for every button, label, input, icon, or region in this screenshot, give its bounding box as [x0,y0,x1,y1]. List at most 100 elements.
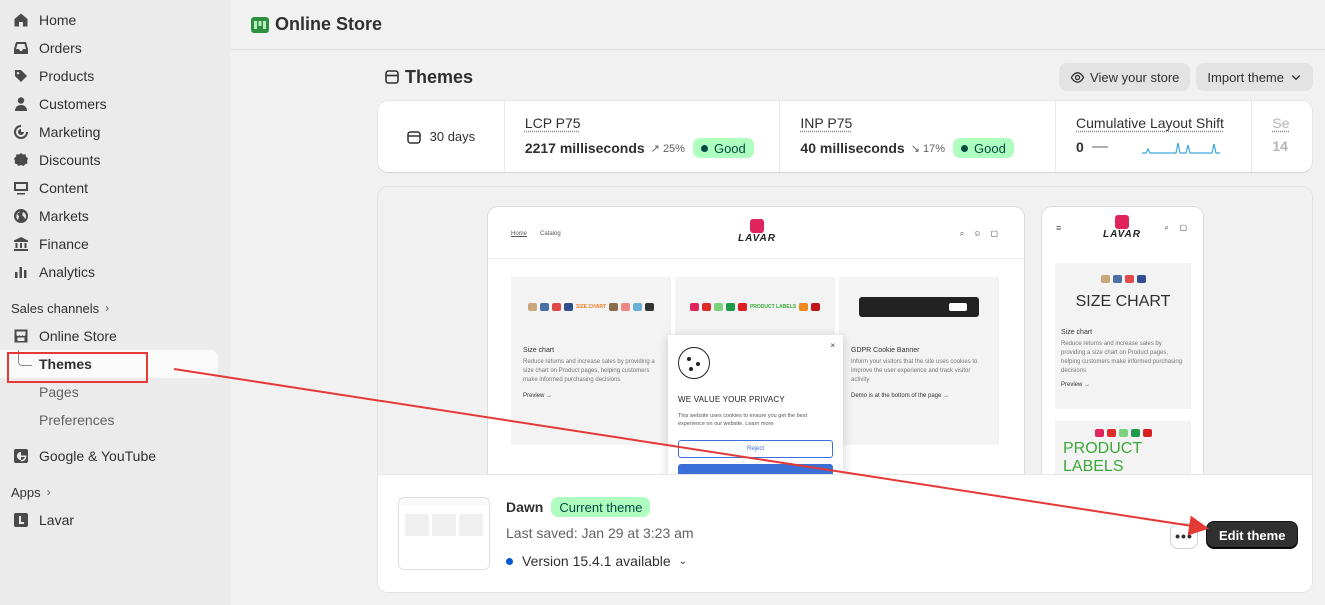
sidebar-item-lavar[interactable]: Lavar [0,506,230,534]
current-theme-badge: Current theme [551,497,651,517]
sidebar-item-label: Home [39,12,77,28]
bar-chart-icon [12,263,30,281]
sidebar-item-label: Discounts [39,152,101,168]
content-icon [12,179,30,197]
search-icon: ⌕ [959,229,965,238]
metric-lcp: LCP P75 2217 milliseconds ↗ 25% Good [505,101,781,172]
privacy-title: WE VALUE YOUR PRIVACY [678,395,785,404]
delta-value: 25% [662,142,685,155]
preview-nav: Home Catalog LAVAR ⌕ ☺ ▢ [488,207,1024,259]
tile-link: Preview → [1061,382,1091,388]
sidebar-item-google-youtube[interactable]: Google & YouTube [0,442,230,470]
privacy-popup: × WE VALUE YOUR PRIVACY This website use… [668,335,843,474]
size-chart-art: SIZE CHART [511,277,671,337]
mobile-preview: ≡ LAVAR ⌕ ▢ SIZE CHART Size chart Reduce… [1042,207,1203,474]
online-store-logo-icon [251,16,269,33]
tile-title: Size chart [1061,329,1093,336]
metric-delta: ↘ 17% [911,142,945,155]
brand-mark-icon [750,219,764,233]
sidebar-item-products[interactable]: Products [0,62,230,90]
sidebar-item-content[interactable]: Content [0,174,230,202]
metric-label[interactable]: INP P75 [800,115,1055,131]
sidebar-item-orders[interactable]: Orders [0,34,230,62]
chevron-right-icon: › [105,301,110,315]
product-labels-art-label: PRODUCT LABELS [749,304,797,310]
more-actions-button[interactable]: ••• [1170,523,1198,549]
web-performance-card: 30 days LCP P75 2217 milliseconds ↗ 25% … [378,101,1312,172]
sparkline [1141,142,1220,154]
sidebar-subitem-label: Preferences [39,412,115,428]
sidebar-item-markets[interactable]: Markets [0,202,230,230]
sidebar-item-online-store[interactable]: Online Store [0,322,230,350]
metric-value: 40 milliseconds [800,140,905,156]
sidebar-item-label: Markets [39,208,89,224]
metric-label[interactable]: Se [1272,115,1312,131]
metric-truncated: Se 14 [1252,101,1312,172]
mobile-brand-logo: LAVAR [1097,215,1147,240]
preview-nav-catalog: Catalog [540,231,561,237]
sidebar: Home Orders Products Customers Marketing… [0,0,230,605]
themes-page-header: Themes View your store Import theme [385,62,1313,92]
theme-name-row: Dawn Current theme [506,497,651,517]
store-icon [12,327,30,345]
tile-link: Preview → [523,393,553,399]
apps-header[interactable]: Apps › [0,478,230,506]
status-label: Good [713,140,746,156]
brand-mark-icon [1115,215,1129,229]
sidebar-item-discounts[interactable]: Discounts [0,146,230,174]
sidebar-item-label: Marketing [39,124,101,140]
lavar-app-icon [12,511,30,529]
preview-tile-gdpr: GDPR Cookie Banner Inform your visitors … [839,277,999,445]
arrow-up-right-icon: ↗ [650,142,660,155]
eye-icon [1070,71,1085,83]
theme-thumbnail[interactable] [398,497,490,570]
date-range-selector[interactable]: 30 days [378,101,505,172]
tile-description: Reduce returns and increase sales by pro… [523,359,655,383]
sales-channels-label: Sales channels [11,300,100,316]
import-theme-button[interactable]: Import theme [1196,63,1313,91]
sidebar-item-label: Customers [39,96,107,112]
version-dropdown[interactable]: Version 15.4.1 available ⌄ [506,553,687,569]
product-labels-art-label: PRODUCT LABELS [1063,440,1142,474]
tile-title: GDPR Cookie Banner [851,347,920,354]
sidebar-item-home[interactable]: Home [0,6,230,34]
status-badge: Good [953,138,1014,158]
cart-icon: ▢ [990,229,998,238]
calendar-icon [406,130,421,144]
header-actions: View your store Import theme [1059,63,1313,91]
sidebar-item-label: Orders [39,40,82,56]
apps-label: Apps [11,484,41,500]
home-icon [12,11,30,29]
view-store-button[interactable]: View your store [1059,63,1191,91]
update-dot-icon [506,557,513,565]
sidebar-item-label: Finance [39,236,89,252]
topbar: Online Store [230,0,1325,50]
sidebar-subitem-preferences[interactable]: Preferences [0,406,230,434]
view-store-label: View your store [1090,69,1180,85]
sidebar-item-label: Analytics [39,264,96,280]
cookie-icon [678,347,710,379]
target-icon [12,123,30,141]
theme-preview-area[interactable]: Home Catalog LAVAR ⌕ ☺ ▢ SIZE CHART Size… [378,187,1312,474]
chevron-down-icon: ⌄ [678,555,688,567]
preview-brand-logo: LAVAR [732,219,782,244]
product-labels-art: PRODUCT LABELS [675,277,835,337]
sidebar-item-finance[interactable]: Finance [0,230,230,258]
brand-text: LAVAR [1103,229,1141,240]
last-saved-text: Last saved: Jan 29 at 3:23 am [506,525,694,541]
privacy-accept-button [678,464,833,474]
sidebar-item-customers[interactable]: Customers [0,90,230,118]
metric-label[interactable]: LCP P75 [525,115,780,131]
themes-highlight-box [7,352,148,383]
inbox-icon [12,39,30,57]
delta-value: 17% [922,142,946,155]
preview-tile-size-chart: SIZE CHART Size chart Reduce returns and… [511,277,671,445]
metric-value: 14 [1272,138,1288,154]
sales-channels-header[interactable]: Sales channels › [0,294,230,322]
brand-text: LAVAR [738,233,776,244]
sidebar-item-analytics[interactable]: Analytics [0,258,230,286]
sidebar-item-marketing[interactable]: Marketing [0,118,230,146]
edit-theme-button[interactable]: Edit theme [1206,521,1299,549]
metric-label[interactable]: Cumulative Layout Shift [1076,115,1251,131]
size-chart-art: SIZE CHART [1055,263,1191,323]
